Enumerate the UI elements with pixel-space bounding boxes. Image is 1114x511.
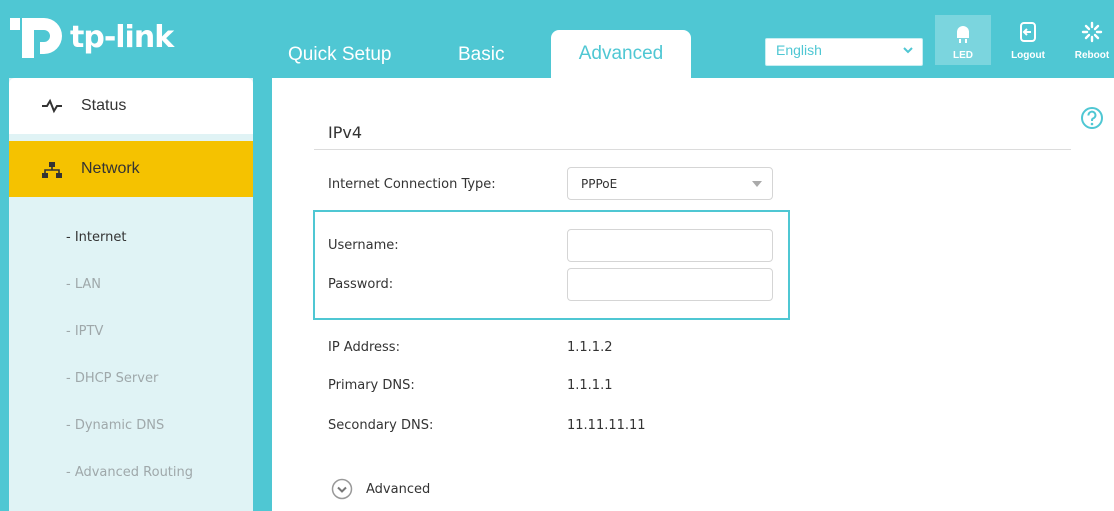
tp-link-logo-icon <box>8 14 64 60</box>
reboot-button[interactable]: Reboot <box>1064 15 1114 65</box>
sidebar-subitem-dynamic-dns[interactable]: - Dynamic DNS <box>66 418 164 433</box>
reboot-label: Reboot <box>1074 50 1110 61</box>
sidebar-item-label: Status <box>81 97 127 114</box>
secondary-dns-value: 11.11.11.11 <box>567 418 646 433</box>
connection-type-label: Internet Connection Type: <box>328 177 496 192</box>
led-label: LED <box>953 50 973 61</box>
sidebar-item-label: Network <box>81 160 140 177</box>
secondary-dns-label: Secondary DNS: <box>328 418 434 433</box>
sidebar-subitem-internet[interactable]: - Internet <box>66 230 126 245</box>
language-select[interactable]: English <box>765 38 923 66</box>
tab-quick-setup[interactable]: Quick Setup <box>288 44 392 66</box>
ip-address-value: 1.1.1.2 <box>567 340 613 355</box>
section-divider <box>314 149 1071 150</box>
language-select-value: English <box>776 42 822 58</box>
tab-basic[interactable]: Basic <box>458 44 504 66</box>
password-input[interactable] <box>567 268 773 301</box>
help-icon[interactable] <box>1080 106 1104 134</box>
header-bar: tp-link Quick Setup Basic Advanced Engli… <box>0 0 1114 78</box>
sidebar-subitem-iptv[interactable]: - IPTV <box>66 324 103 339</box>
dropdown-arrow-icon <box>752 181 762 187</box>
advanced-toggle-label: Advanced <box>366 481 431 497</box>
pulse-icon <box>41 98 63 118</box>
network-icon <box>41 161 63 183</box>
connection-type-select[interactable]: PPPoE <box>567 167 773 200</box>
logout-icon <box>1020 22 1036 42</box>
sidebar-subitem-advanced-routing[interactable]: - Advanced Routing <box>66 465 193 480</box>
primary-dns-label: Primary DNS: <box>328 378 415 393</box>
brand-name: tp-link <box>70 19 174 55</box>
led-bulb-icon <box>957 26 969 43</box>
sidebar-item-status[interactable]: Status <box>9 78 253 134</box>
logout-button[interactable]: Logout <box>1000 15 1056 65</box>
password-label: Password: <box>328 277 394 292</box>
reboot-icon <box>1081 21 1103 43</box>
sidebar-subitem-dhcp-server[interactable]: - DHCP Server <box>66 371 158 386</box>
advanced-toggle[interactable]: Advanced <box>331 478 430 500</box>
connection-type-value: PPPoE <box>581 177 618 191</box>
section-title-ipv4: IPv4 <box>328 123 363 142</box>
primary-dns-value: 1.1.1.1 <box>567 378 613 393</box>
username-input[interactable] <box>567 229 773 262</box>
chevron-down-icon <box>902 43 914 57</box>
tab-advanced[interactable]: Advanced <box>551 30 691 78</box>
led-button[interactable]: LED <box>935 15 991 65</box>
credentials-highlight-box <box>313 210 790 320</box>
sidebar: Status Network - Internet - LAN - IPTV -… <box>9 78 253 511</box>
sidebar-subitem-lan[interactable]: - LAN <box>66 277 101 292</box>
tp-link-logo[interactable]: tp-link <box>8 14 174 60</box>
chevron-circle-down-icon <box>331 478 353 500</box>
logout-label: Logout <box>1011 50 1045 61</box>
ip-address-label: IP Address: <box>328 340 400 355</box>
sidebar-item-network[interactable]: Network <box>9 141 253 197</box>
main-panel: IPv4 Internet Connection Type: PPPoE Use… <box>272 78 1114 511</box>
username-label: Username: <box>328 238 399 253</box>
